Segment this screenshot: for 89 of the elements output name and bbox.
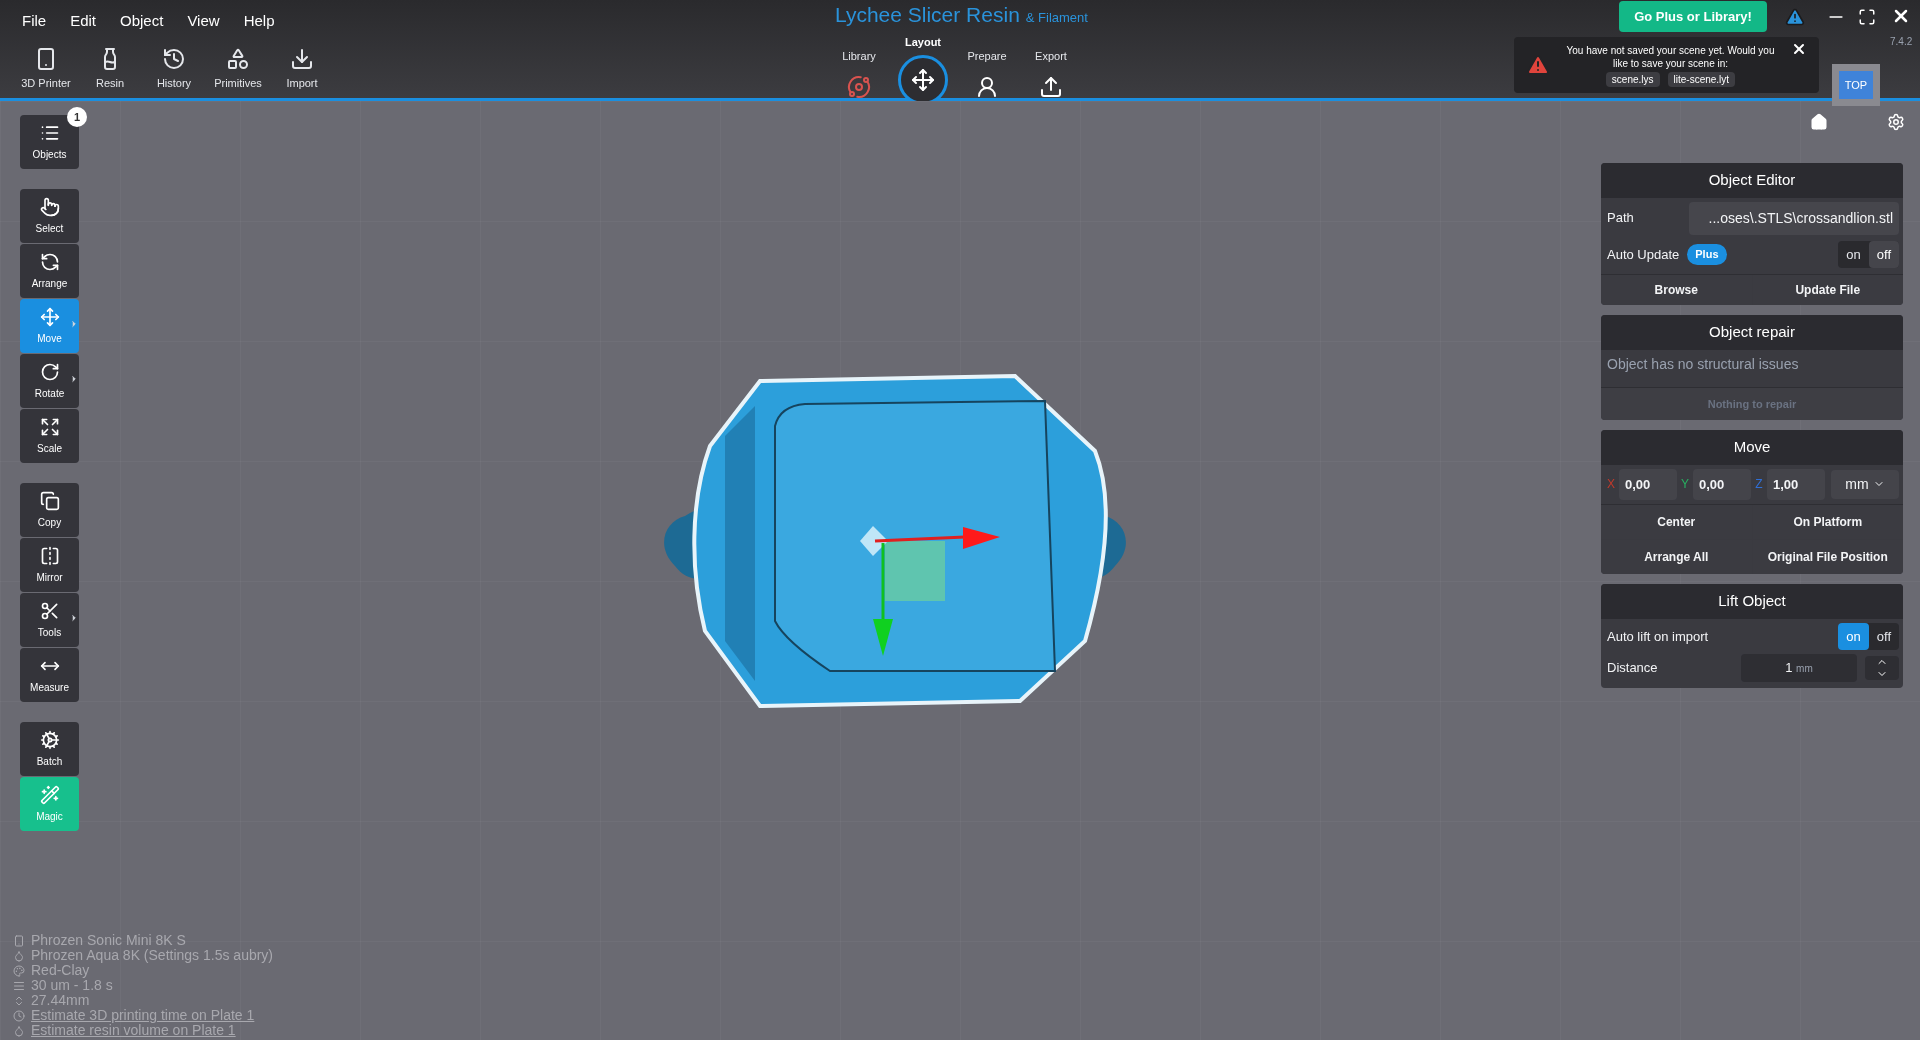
warning-icon[interactable]: [1785, 7, 1805, 27]
on-option[interactable]: on: [1838, 240, 1869, 268]
layers-icon: [13, 979, 25, 992]
toolbar-button[interactable]: Import: [272, 46, 332, 91]
toolbar-button[interactable]: Resin: [80, 46, 140, 91]
scene-info-text: Red-Clay: [31, 962, 90, 980]
scene-info-text: Phrozen Aqua 8K (Settings 1.5s aubry): [31, 946, 274, 964]
menu-item[interactable]: View: [177, 8, 230, 35]
droplet-icon: [13, 1024, 25, 1037]
phone-icon: [13, 934, 25, 947]
axis-label: Z: [1754, 476, 1764, 494]
move-icon: [911, 67, 935, 92]
tool-button[interactable]: Arrange: [20, 244, 79, 298]
repair-status: Object has no structural issues: [1606, 354, 1800, 374]
history-icon: [162, 46, 186, 71]
panel-title: Object Editor: [1601, 163, 1903, 198]
submenu-arrow-icon: [69, 374, 79, 384]
shapes-icon: [226, 46, 250, 71]
app-subtitle: & Filament: [1025, 9, 1088, 27]
panel-title: Move: [1601, 430, 1903, 465]
unit-dropdown[interactable]: mm: [1831, 469, 1899, 499]
coordinate-field[interactable]: 0,00: [1619, 468, 1677, 500]
coordinate-field[interactable]: 0,00: [1693, 468, 1751, 500]
field-label: Path: [1606, 209, 1635, 228]
tool-button[interactable]: Select: [20, 189, 79, 243]
arrange-icon: [39, 251, 60, 272]
wand-icon: [39, 784, 60, 805]
workflow-tab[interactable]: Export: [1025, 48, 1077, 105]
palette-icon: [13, 964, 25, 977]
download-icon: [290, 46, 314, 71]
gear-icon: [39, 729, 60, 750]
on-off-toggle[interactable]: on off: [1838, 622, 1899, 650]
off-option[interactable]: off: [1868, 240, 1899, 268]
tool-button[interactable]: Copy: [20, 483, 79, 537]
workflow-tab[interactable]: Prepare: [961, 48, 1013, 105]
distance-field[interactable]: 1 mm: [1741, 654, 1857, 682]
app-title: Lychee Slicer Resin: [835, 2, 1020, 28]
count-badge: 1: [67, 107, 87, 127]
expand-icon: [39, 416, 60, 437]
figure-icon: [975, 74, 999, 99]
rotate-icon: [39, 361, 60, 382]
file-name-link[interactable]: scene.lys: [1605, 71, 1660, 87]
orbit-icon: [847, 74, 871, 99]
workflow-tab[interactable]: Library: [833, 48, 885, 105]
maximize-icon[interactable]: [1858, 8, 1876, 26]
upload-icon: [1039, 74, 1063, 99]
notification-message: You have not saved your scene yet. Would you like to save your scene in:: [1565, 43, 1776, 70]
spinner-control[interactable]: [1865, 655, 1899, 680]
tool-button[interactable]: Tools: [20, 593, 79, 647]
path-field[interactable]: ...oses\.STLS\crossandlion.stl: [1689, 201, 1899, 235]
mirror-icon: [39, 545, 60, 566]
field-label: Auto Update: [1606, 245, 1680, 264]
submenu-arrow-icon: [69, 613, 79, 623]
tool-button[interactable]: Mirror: [20, 538, 79, 592]
version-label: 7.4.2: [1890, 35, 1913, 49]
droplet-icon: [13, 949, 25, 962]
panel-title: Lift Object: [1601, 584, 1903, 619]
tool-button[interactable]: Measure: [20, 648, 79, 702]
clock-icon: [13, 1009, 25, 1022]
top-view-button[interactable]: TOP: [1832, 64, 1880, 106]
off-option[interactable]: off: [1868, 622, 1899, 650]
scissors-icon: [39, 600, 60, 621]
tool-button[interactable]: Rotate: [20, 354, 79, 408]
axis-label: X: [1606, 476, 1616, 494]
tool-button[interactable]: Scale: [20, 409, 79, 463]
axis-label: Y: [1680, 476, 1690, 494]
settings-icon[interactable]: [1887, 113, 1905, 131]
menu-item[interactable]: Help: [233, 8, 285, 35]
plus-badge: Plus: [1687, 244, 1727, 265]
toolbar-button[interactable]: Primitives: [208, 46, 268, 91]
on-off-toggle[interactable]: on off: [1838, 240, 1899, 268]
toolbar-button[interactable]: 3D Printer: [16, 46, 76, 91]
tool-button[interactable]: Batch: [20, 722, 79, 776]
submenu-arrow-icon: [69, 319, 79, 329]
menu-item[interactable]: Edit: [60, 8, 107, 35]
scene-info-text: Phrozen Sonic Mini 8K S: [31, 931, 186, 949]
menu-item[interactable]: File: [12, 8, 57, 35]
pointer-icon: [39, 196, 60, 217]
toolbar-button[interactable]: History: [144, 46, 204, 91]
file-name-link[interactable]: lite-scene.lyt: [1667, 71, 1736, 87]
close-icon[interactable]: [1791, 41, 1807, 57]
home-icon[interactable]: [1810, 113, 1828, 131]
copy-icon: [39, 490, 60, 511]
menu-item[interactable]: Object: [110, 8, 174, 35]
field-label: Auto lift on import: [1606, 627, 1710, 646]
field-label: Distance: [1606, 659, 1659, 677]
move-icon: [39, 306, 60, 327]
coordinate-field[interactable]: 1,00: [1767, 468, 1825, 500]
panel-title: Object repair: [1601, 315, 1903, 350]
